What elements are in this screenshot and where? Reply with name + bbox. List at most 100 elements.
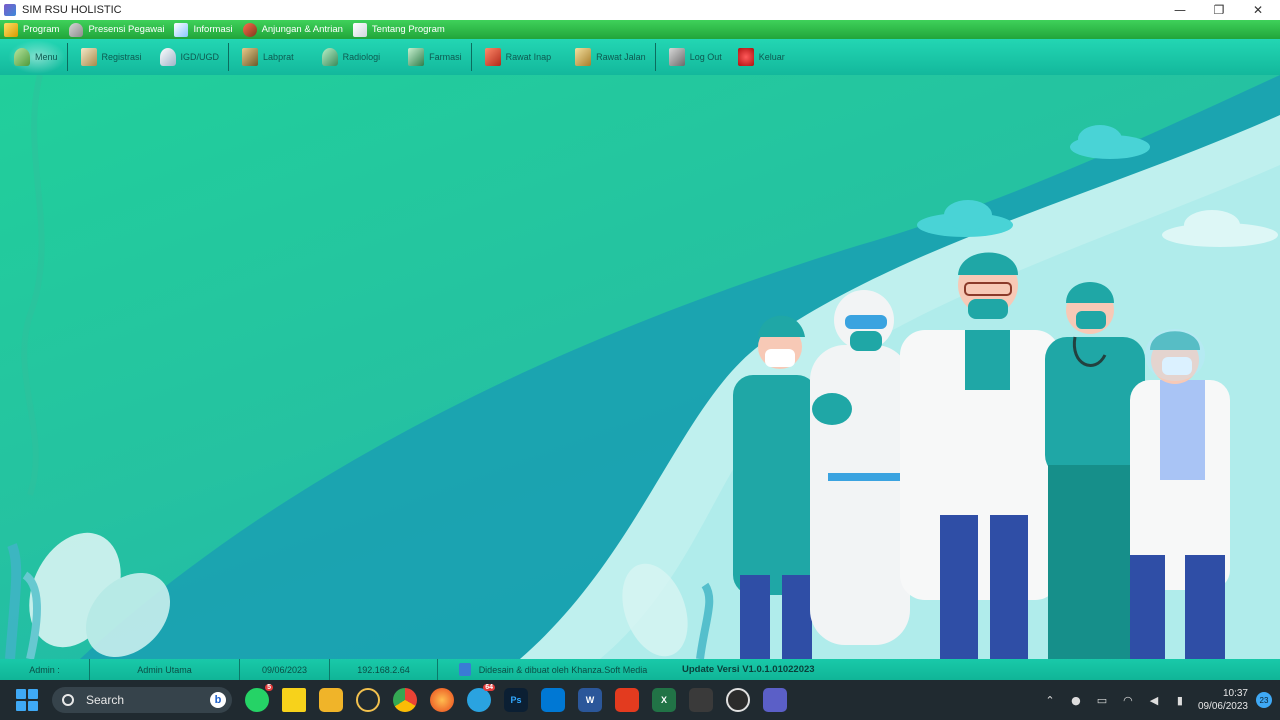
wifi-icon[interactable]: ◠ [1120, 693, 1136, 707]
menu-informasi-label: Informasi [193, 24, 233, 35]
windows-taskbar: Search b 5 64 Ps W X ⌃ ● ▭ ◠ ◀ ▮ 10:37 0… [0, 680, 1280, 720]
healthcare-workers-illustration [5, 75, 1280, 659]
whatsapp-icon[interactable]: 5 [245, 684, 273, 712]
sticky-notes-icon[interactable] [282, 688, 306, 712]
search-icon [62, 694, 74, 706]
home-icon [14, 48, 30, 66]
status-ip-address: 192.168.2.64 [330, 659, 438, 680]
people-icon [242, 22, 257, 37]
excel-icon[interactable]: X [652, 688, 676, 712]
main-background [0, 75, 1280, 659]
bing-icon[interactable]: b [210, 692, 226, 708]
paint-icon[interactable] [356, 688, 380, 712]
status-version: Update Versi V1.0.1.01022023 [682, 664, 815, 675]
java-app-icon[interactable] [763, 688, 787, 712]
toolbar-keluar-label: Keluar [758, 52, 785, 62]
toolbar-logout-button[interactable]: Log Out [663, 40, 730, 74]
logout-icon [668, 48, 685, 66]
obs-icon[interactable] [726, 688, 750, 712]
status-date: 09/06/2023 [240, 659, 330, 680]
toolbar-registrasi-label: Registrasi [101, 52, 142, 62]
menu-presensi-pegawai-label: Presensi Pegawai [88, 24, 165, 35]
minimize-button[interactable]: — [1160, 0, 1200, 20]
battery-icon[interactable]: ▮ [1172, 693, 1188, 707]
menu-anjungan-antrian[interactable]: Anjungan & Antrian [239, 20, 349, 39]
clock-time: 10:37 [1222, 688, 1248, 699]
chevron-up-icon[interactable]: ⌃ [1042, 693, 1058, 707]
toolbar-rawat-inap-label: Rawat Inap [505, 52, 552, 62]
status-admin-label: Admin : [0, 659, 90, 680]
menu-informasi[interactable]: Informasi [170, 20, 238, 39]
status-credit: Didesain & dibuat oleh Khanza.Soft Media [438, 659, 668, 680]
toolbar-registrasi-button[interactable]: Registrasi [75, 40, 150, 74]
menu-anjungan-antrian-label: Anjungan & Antrian [261, 24, 343, 35]
photoshop-icon[interactable]: Ps [504, 688, 528, 712]
toolbar-menu-label: Menu [35, 52, 58, 62]
toolbar-igd-ugd-label: IGD/UGD [180, 52, 220, 62]
toolbar-divider [470, 43, 472, 71]
toolbar-radiologi-label: Radiologi [342, 52, 381, 62]
volume-icon[interactable]: ◀ [1146, 693, 1162, 707]
telegram-badge: 64 [483, 684, 495, 691]
document-icon [458, 663, 471, 676]
exit-icon [737, 48, 754, 66]
firefox-icon[interactable] [430, 688, 454, 712]
toolbar-divider [228, 43, 230, 71]
radiology-icon [321, 48, 338, 66]
emergency-icon [159, 48, 176, 66]
toolbar-rawat-jalan-label: Rawat Jalan [596, 52, 646, 62]
windows-start-button[interactable] [16, 689, 38, 711]
taskbar-search-box[interactable]: Search b [52, 687, 232, 713]
chrome-icon[interactable] [393, 688, 417, 712]
toolbar-igd-ugd-button[interactable]: IGD/UGD [154, 40, 228, 74]
menu-presensi-pegawai[interactable]: Presensi Pegawai [65, 20, 170, 39]
toolbar-labprat-label: Labprat [263, 52, 294, 62]
document-icon [352, 22, 367, 37]
title-bar: SIM RSU HOLISTIC — ❐ ✕ [0, 0, 1280, 20]
toolbar-farmasi-label: Farmasi [429, 52, 462, 62]
hospital-icon [484, 48, 501, 66]
info-icon [174, 22, 189, 37]
telegram-icon[interactable]: 64 [467, 684, 495, 712]
keyboard-icon[interactable]: ▭ [1094, 693, 1110, 707]
lab-icon [242, 48, 259, 66]
word-icon[interactable]: W [578, 688, 602, 712]
toolbar-divider [654, 43, 656, 71]
menu-bar: Program Presensi Pegawai Informasi Anjun… [0, 20, 1280, 39]
file-explorer-icon[interactable] [319, 688, 343, 712]
taskbar-clock[interactable]: 10:37 09/06/2023 [1198, 687, 1248, 713]
menu-tentang-program-label: Tentang Program [371, 24, 445, 35]
toolbar-rawat-jalan-button[interactable]: Rawat Jalan [569, 40, 654, 74]
key-icon [4, 22, 18, 37]
maximize-button[interactable]: ❐ [1199, 0, 1239, 20]
toolbar-logout-label: Log Out [689, 52, 722, 62]
pharmacy-icon [408, 48, 425, 66]
toolbar-farmasi-button[interactable]: Farmasi [402, 40, 470, 74]
module-toolbar: Menu Registrasi IGD/UGD Labprat Radiolog… [0, 39, 1280, 75]
system-tray: ⌃ ● ▭ ◠ ◀ ▮ 10:37 09/06/2023 23 [1042, 680, 1280, 720]
toolbar-labprat-button[interactable]: Labprat [236, 40, 302, 74]
toolbar-rawat-inap-button[interactable]: Rawat Inap [479, 40, 560, 74]
acrobat-icon[interactable] [615, 688, 639, 712]
outpatient-icon [575, 48, 592, 66]
registration-icon [80, 48, 97, 66]
menu-tentang-program[interactable]: Tentang Program [349, 20, 451, 39]
whatsapp-badge: 5 [265, 684, 273, 691]
person-icon [69, 22, 84, 37]
close-button[interactable]: ✕ [1238, 0, 1278, 20]
microphone-icon[interactable]: ● [1068, 693, 1084, 707]
vscode-icon[interactable] [541, 688, 565, 712]
toolbar-keluar-button[interactable]: Keluar [732, 40, 793, 74]
toolbar-divider [66, 43, 68, 71]
search-placeholder: Search [86, 693, 125, 707]
menu-program[interactable]: Program [0, 20, 65, 39]
app-window: SIM RSU HOLISTIC — ❐ ✕ Program Presensi … [0, 0, 1280, 680]
toolbar-menu-button[interactable]: Menu [8, 40, 66, 74]
status-credit-text: Didesain & dibuat oleh Khanza.Soft Media [478, 664, 648, 675]
menu-program-label: Program [23, 24, 60, 35]
terminal-icon[interactable] [689, 688, 713, 712]
clock-date: 09/06/2023 [1197, 701, 1248, 712]
notification-badge[interactable]: 23 [1256, 692, 1272, 708]
toolbar-radiologi-button[interactable]: Radiologi [316, 40, 389, 74]
status-bar: Admin : Admin Utama 09/06/2023 192.168.2… [0, 659, 1280, 680]
